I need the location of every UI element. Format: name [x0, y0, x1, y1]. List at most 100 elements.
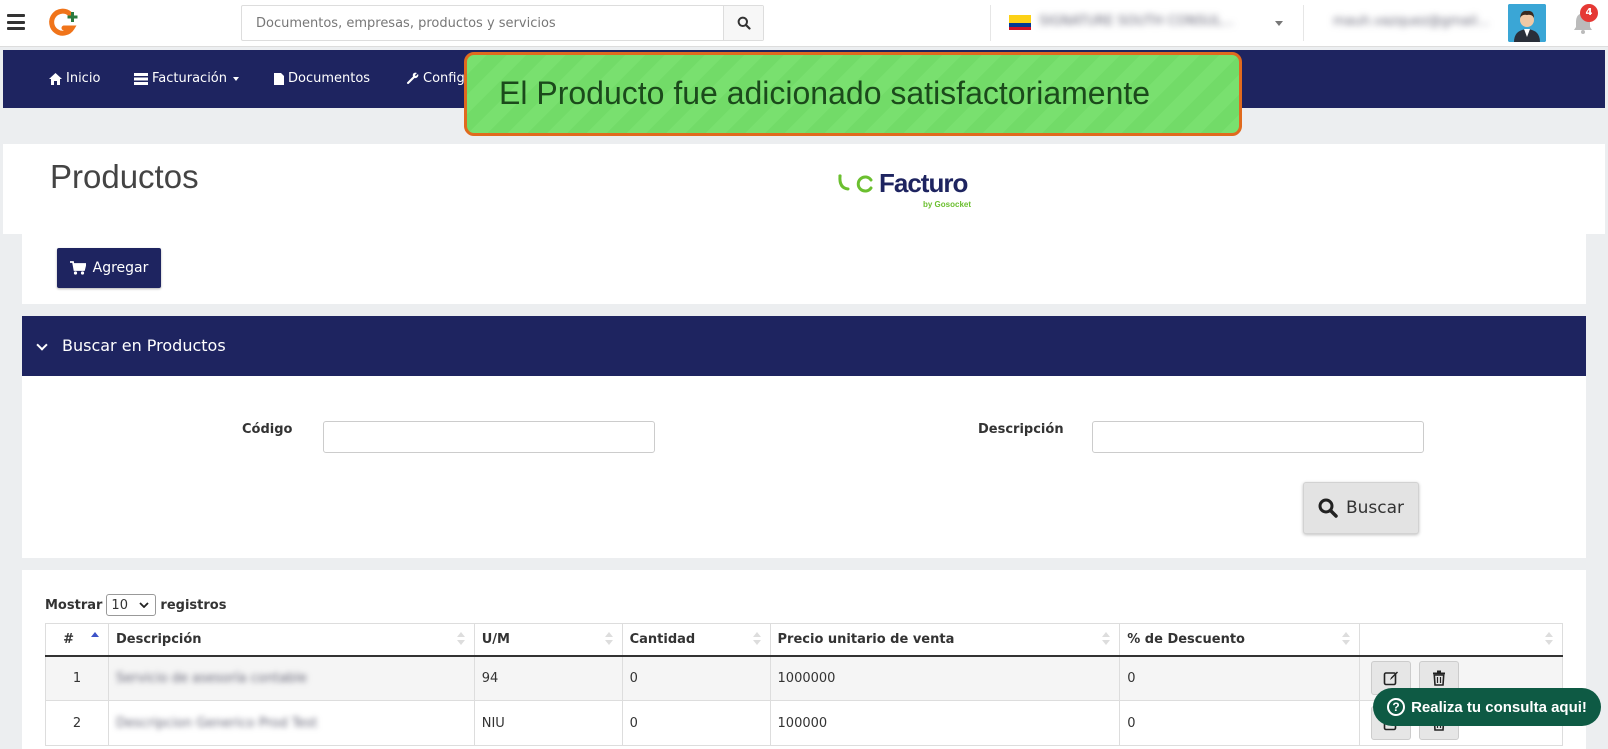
description-label: Descripción [978, 422, 1064, 437]
page-header: Productos Facturo by Gosocket [3, 144, 1605, 234]
search-icon [1318, 498, 1338, 518]
user-avatar-icon [1508, 4, 1546, 42]
nav-item-facturacion[interactable]: Facturación [134, 71, 239, 86]
app-logo[interactable] [48, 8, 82, 38]
search-button-label: Buscar [1345, 498, 1405, 518]
trash-icon [1433, 670, 1446, 687]
cell-description: Descripcion Generico Prod Test [107, 700, 475, 746]
nav-item-label: Facturación [152, 71, 227, 86]
table-header-row: # Descripción U/M Cantidad Precio unitar… [45, 623, 1563, 657]
nav-item-config[interactable]: Config [406, 71, 465, 86]
page-length-suffix: registros [160, 597, 227, 613]
actions-panel: Agregar [22, 234, 1586, 304]
cell-um: 94 [473, 655, 623, 701]
brand-logo: Facturo by Gosocket [837, 168, 987, 214]
success-toast[interactable]: El Producto fue adicionado satisfactoria… [464, 52, 1242, 136]
search-panel-title: Buscar en Productos [62, 336, 226, 355]
column-header-description[interactable]: Descripción [107, 623, 475, 657]
nav-item-documentos[interactable]: Documentos [274, 71, 370, 86]
sort-icon [1545, 632, 1553, 646]
company-selector[interactable]: SIGNATURE SOUTH CONSUL... [990, 5, 1304, 41]
help-chat-button[interactable]: ? Realiza tu consulta aqui! [1373, 688, 1601, 726]
hamburger-menu-icon[interactable] [7, 14, 25, 30]
code-input[interactable] [323, 421, 655, 453]
column-header-actions[interactable] [1359, 623, 1563, 657]
chevron-down-icon [36, 339, 48, 351]
add-button-label: Agregar [92, 260, 149, 276]
cell-discount: 0 [1119, 655, 1361, 701]
column-header-price[interactable]: Precio unitario de venta [769, 623, 1121, 657]
page-title: Productos [50, 158, 199, 195]
products-table-panel: Mostrar 10 registros # Descripción U/M C… [22, 570, 1586, 749]
description-input[interactable] [1092, 421, 1424, 453]
table-row: 1 Servicio de asesoría contable 94 0 100… [45, 655, 1563, 701]
column-header-discount[interactable]: % de Descuento [1119, 623, 1361, 657]
global-search-input[interactable] [242, 6, 724, 40]
colombia-flag-icon [1009, 15, 1031, 30]
description-text: Servicio de asesoría contable [115, 670, 307, 686]
cell-price: 100000 [769, 700, 1121, 746]
nav-item-label: Documentos [288, 71, 371, 86]
notification-badge: 4 [1580, 4, 1598, 22]
code-label: Código [242, 422, 293, 437]
add-product-button[interactable]: Agregar [57, 248, 161, 288]
sort-icon [604, 632, 613, 646]
home-icon [49, 72, 62, 85]
table-row: 2 Descripcion Generico Prod Test NIU 0 1… [45, 700, 1563, 746]
sort-icon [1342, 632, 1351, 646]
file-icon [274, 72, 284, 85]
column-header-label: % de Descuento [1127, 631, 1245, 647]
help-label: Realiza tu consulta aqui! [1411, 698, 1587, 716]
cell-number: 1 [45, 655, 109, 701]
page-length-select[interactable]: 10 [106, 594, 157, 616]
global-search [241, 5, 764, 41]
search-icon [737, 16, 751, 30]
search-panel-header[interactable]: Buscar en Productos [22, 316, 1586, 376]
facturo-logo-icon [838, 174, 873, 193]
column-header-label: Cantidad [629, 631, 696, 647]
page-length: Mostrar 10 registros [45, 594, 226, 616]
column-header-um[interactable]: U/M [473, 623, 623, 657]
list-icon [134, 72, 148, 85]
company-name: SIGNATURE SOUTH CONSUL... [1039, 14, 1234, 29]
page-length-value: 10 [111, 597, 128, 613]
cell-price: 1000000 [769, 655, 1121, 701]
top-bar: SIGNATURE SOUTH CONSUL... mauh.vazquez@g… [0, 0, 1608, 47]
column-header-number[interactable]: # [45, 623, 109, 657]
nav-item-inicio[interactable]: Inicio [49, 71, 100, 86]
cell-quantity: 0 [621, 655, 771, 701]
sort-icon [1102, 632, 1111, 646]
chevron-down-icon [1275, 21, 1283, 26]
search-panel-body: Código Descripción Buscar [22, 376, 1586, 558]
description-text: Descripcion Generico Prod Test [115, 715, 318, 731]
brand-tagline: by Gosocket [923, 200, 972, 209]
wrench-icon [406, 72, 419, 84]
avatar[interactable] [1508, 4, 1546, 42]
column-header-label: U/M [481, 631, 510, 647]
toast-message: El Producto fue adicionado satisfactoria… [499, 75, 1151, 111]
products-table: # Descripción U/M Cantidad Precio unitar… [45, 623, 1563, 746]
column-header-label: # [63, 631, 74, 647]
chevron-down-icon [139, 602, 150, 608]
question-icon: ? [1387, 698, 1406, 716]
column-header-label: Precio unitario de venta [777, 631, 955, 647]
cell-quantity: 0 [621, 700, 771, 746]
page-length-prefix: Mostrar [45, 597, 103, 613]
cart-icon [69, 261, 86, 275]
user-email[interactable]: mauh.vazquez@gmail... [1333, 14, 1490, 29]
cell-description: Servicio de asesoría contable [107, 655, 475, 701]
column-header-label: Descripción [115, 631, 202, 647]
column-header-quantity[interactable]: Cantidad [621, 623, 771, 657]
sort-icon [752, 632, 761, 646]
cell-um: NIU [473, 700, 623, 746]
caret-down-icon [233, 76, 239, 81]
brand-name: Facturo [879, 168, 968, 198]
sort-asc-icon [90, 632, 99, 646]
cell-discount: 0 [1119, 700, 1361, 746]
nav-item-label: Config [423, 71, 465, 86]
global-search-button[interactable] [723, 6, 763, 40]
cell-number: 2 [45, 700, 109, 746]
search-button[interactable]: Buscar [1303, 482, 1419, 534]
nav-item-label: Inicio [66, 71, 101, 86]
edit-icon [1383, 671, 1399, 686]
